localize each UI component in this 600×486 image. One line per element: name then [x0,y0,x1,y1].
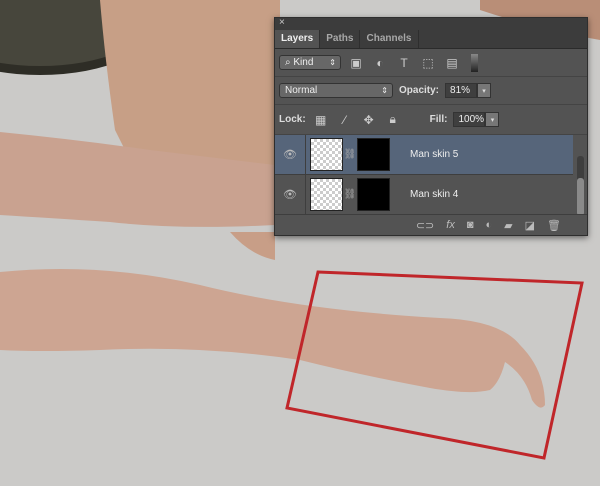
blend-mode-value: Normal [285,85,318,96]
fill-dropdown[interactable]: ▾ [485,112,500,127]
layer-mask-thumbnail[interactable] [357,178,390,211]
mask-link-icon[interactable]: ⛓︎ [343,149,357,160]
mask-link-icon[interactable]: ⛓︎ [343,189,357,200]
smart-object-filter-icon[interactable]: ▤ [443,56,461,70]
add-mask-icon[interactable]: ◙ [467,219,474,231]
fx-icon[interactable]: fx [446,219,455,231]
layer-row-man-skin-4[interactable]: 👁︎ ⛓︎ Man skin 4 [275,175,573,215]
layer-name: Man skin 4 [410,189,459,200]
tab-channels[interactable]: Channels [360,30,419,48]
belly [230,232,275,260]
image-filter-icon[interactable]: ▣ [347,56,365,70]
fill-label: Fill: [429,114,448,125]
lock-position-move-icon[interactable]: ✥ [360,113,378,127]
new-group-folder-icon[interactable]: ▰ [504,219,512,232]
shape-filter-icon[interactable]: ⬚ [419,56,437,70]
opacity-dropdown[interactable]: ▾ [477,83,492,98]
fill-input[interactable]: 100% [453,112,486,127]
filter-toggle[interactable] [471,53,478,72]
lock-label: Lock: [279,114,306,125]
layers-panel: × Layers Paths Channels ⌕ Kind ⇕ ▣ ◐ T ⬚ … [274,17,588,236]
tab-layers[interactable]: Layers [275,30,321,48]
scrollbar-thumb[interactable] [577,178,584,216]
search-icon: ⌕ [285,57,294,68]
layer-thumbnail [310,178,343,211]
new-layer-icon[interactable]: ◪ [525,219,535,232]
visibility-eye-icon[interactable]: 👁︎ [275,135,306,174]
layer-name: Man skin 5 [410,149,459,160]
adjustment-filter-icon[interactable]: ◐ [371,56,389,70]
lock-transparency-icon[interactable]: ▦ [312,113,330,127]
adjustment-layer-icon[interactable]: ◐ [486,219,493,231]
blend-mode-select[interactable]: Normal ⇕ [279,83,393,98]
link-layers-icon[interactable]: ⊂⊃ [416,219,434,232]
filter-kind-label: Kind [293,57,314,68]
filter-kind-select[interactable]: ⌕ Kind ⇕ [279,55,341,70]
lock-all-padlock-icon[interactable]: 🔒︎ [384,112,402,127]
lock-pixels-brush-icon[interactable]: ⁄ [336,113,354,127]
close-panel-button[interactable]: × [279,17,285,28]
type-filter-icon[interactable]: T [395,56,413,70]
tab-paths[interactable]: Paths [320,30,361,48]
opacity-input[interactable]: 81% [445,83,478,98]
visibility-eye-icon[interactable]: 👁︎ [275,175,306,214]
layer-row-man-skin-5[interactable]: 👁︎ ⛓︎ Man skin 5 [275,135,573,175]
layer-mask-thumbnail[interactable] [357,138,390,171]
delete-trash-icon[interactable]: 🗑︎ [547,219,561,232]
forearm [0,268,545,408]
layer-thumbnail [310,138,343,171]
opacity-label: Opacity: [399,85,440,96]
